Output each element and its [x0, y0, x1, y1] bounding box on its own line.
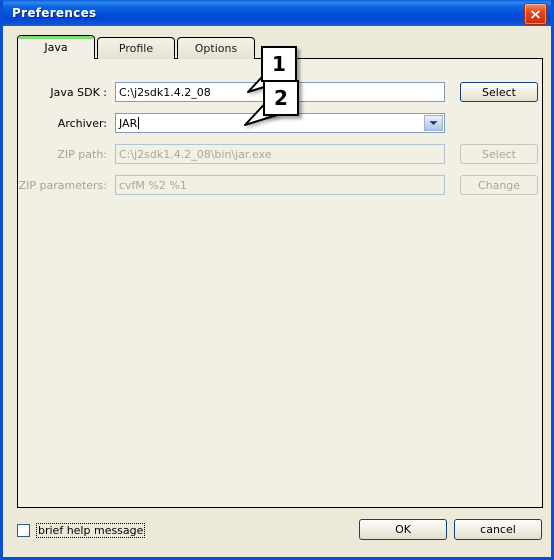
callout-2-number: 2 [274, 86, 288, 110]
ok-button[interactable]: OK [359, 519, 447, 540]
java-tab-panel: Java SDK : C:\j2sdk1.4.2_08 Select Archi… [17, 58, 543, 508]
tab-profile-label: Profile [118, 42, 154, 55]
zip-path-select-label: Select [482, 147, 516, 161]
java-sdk-select-label: Select [482, 85, 516, 99]
callout-1-number: 1 [272, 52, 286, 76]
brief-help-message-checkbox[interactable]: brief help message [17, 523, 146, 538]
tab-strip: Java Profile Options [17, 34, 257, 60]
cancel-button-label: cancel [480, 523, 516, 536]
zip-parameters-value: cvfM %2 %1 [119, 178, 187, 192]
zip-path-select-button: Select [460, 144, 538, 164]
zip-path-value: C:\j2sdk1.4.2_08\bin\jar.exe [119, 147, 272, 161]
chevron-down-glyph [429, 121, 438, 125]
tab-options[interactable]: Options [177, 37, 255, 59]
close-x-glyph [531, 9, 540, 19]
zip-parameters-change-label: Change [477, 178, 521, 192]
tab-options-label: Options [194, 42, 238, 55]
zip-parameters-input: cvfM %2 %1 [115, 175, 445, 195]
text-caret [138, 117, 140, 129]
java-sdk-label: Java SDK : [50, 85, 107, 99]
zip-path-input: C:\j2sdk1.4.2_08\bin\jar.exe [115, 144, 445, 164]
zip-parameters-label: ZIP parameters: [18, 178, 107, 192]
callout-2: 2 [263, 80, 299, 116]
checkbox-box[interactable] [17, 524, 30, 537]
window-title: Preferences [12, 6, 97, 20]
archiver-combobox[interactable]: JAR [115, 113, 445, 133]
tab-java-label: Java [44, 41, 68, 54]
row-archiver: Archiver: JAR [18, 113, 542, 133]
tab-java[interactable]: Java [17, 35, 95, 60]
title-bar: Preferences [3, 0, 551, 26]
dialog-footer: brief help message OK cancel [3, 511, 551, 557]
close-icon[interactable] [524, 3, 547, 25]
zip-parameters-change-button: Change [460, 175, 538, 195]
callout-1: 1 [261, 46, 297, 82]
archiver-label: Archiver: [57, 116, 107, 130]
chevron-down-icon[interactable] [424, 115, 443, 131]
java-sdk-select-button[interactable]: Select [460, 82, 538, 102]
java-sdk-value: C:\j2sdk1.4.2_08 [119, 85, 211, 99]
checkbox-label: brief help message [36, 523, 146, 538]
cancel-button[interactable]: cancel [454, 519, 542, 540]
tab-profile[interactable]: Profile [97, 37, 175, 59]
preferences-dialog: Preferences Java Profile Options Java SD… [0, 0, 554, 560]
ok-button-label: OK [395, 523, 411, 536]
archiver-value: JAR [119, 116, 138, 130]
zip-path-label: ZIP path: [57, 147, 107, 161]
